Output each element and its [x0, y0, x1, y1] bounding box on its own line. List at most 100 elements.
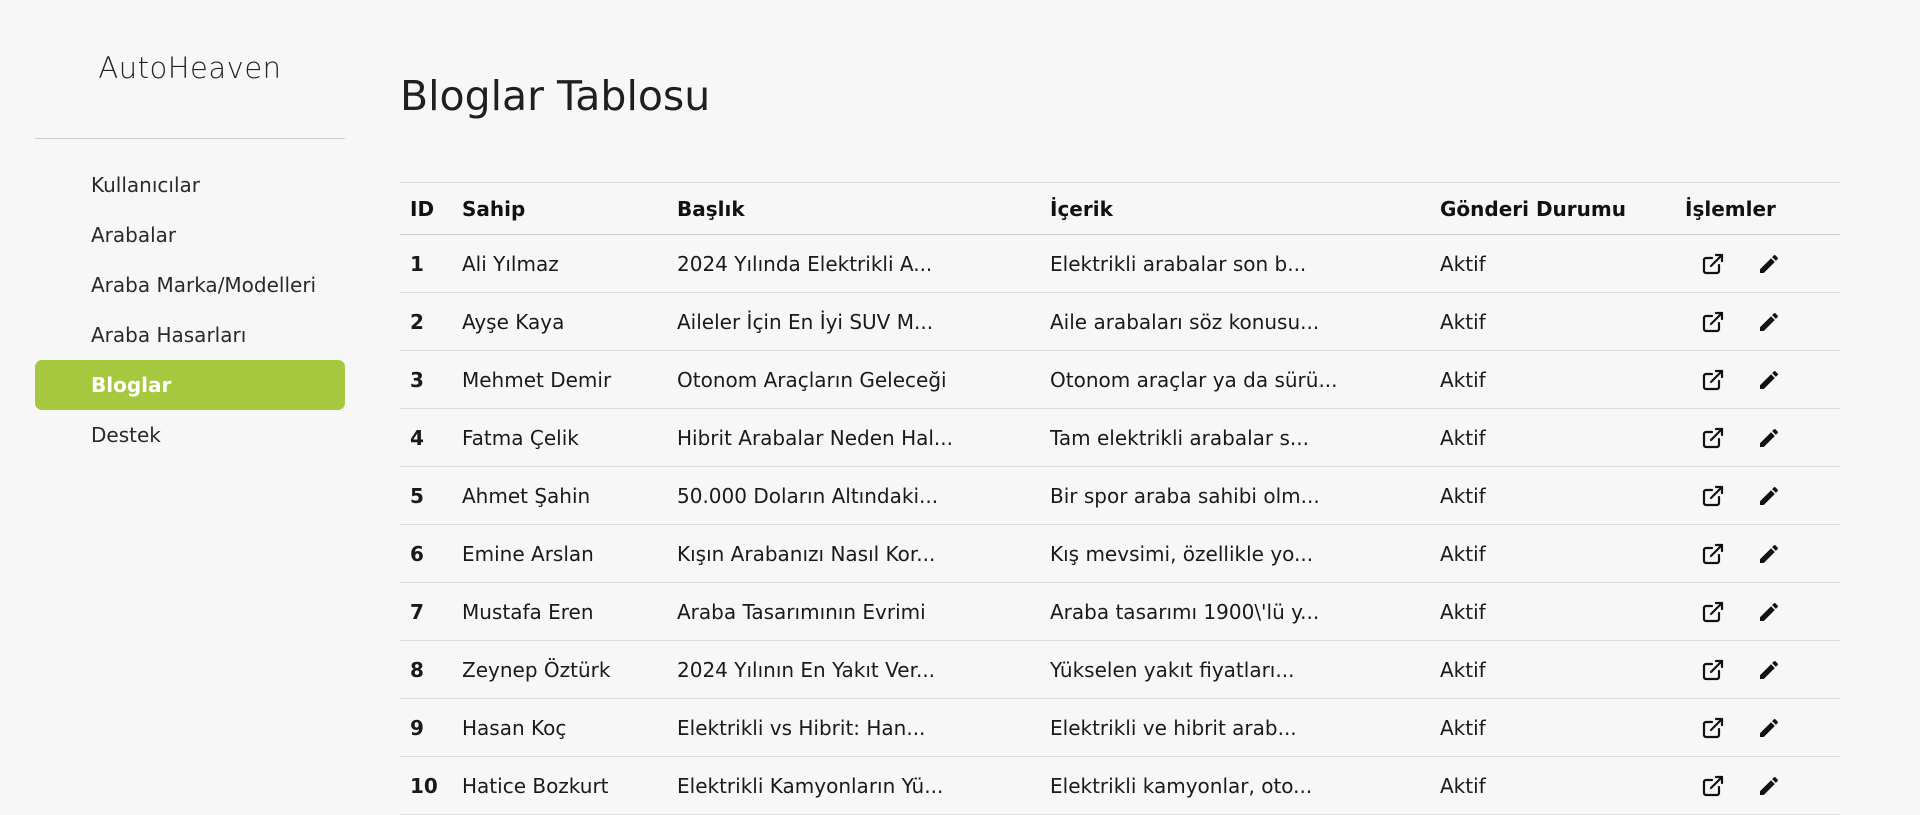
pencil-icon[interactable]: [1756, 773, 1782, 799]
row-actions: [1685, 599, 1840, 625]
table-row: 4 Fatma Çelik Hibrit Arabalar Neden Hal...…: [400, 409, 1840, 467]
cell-id: 5: [410, 483, 424, 508]
external-link-icon[interactable]: [1700, 367, 1726, 393]
blogs-table: ID Sahip Başlık İçerik Gönderi Durumu İş…: [400, 182, 1840, 815]
table-body: 1 Ali Yılmaz 2024 Yılında Elektrikli A... E…: [400, 235, 1840, 815]
sidebar-item-araba-marka-modelleri[interactable]: Araba Marka/Modelleri: [35, 260, 345, 310]
external-link-icon[interactable]: [1700, 251, 1726, 277]
cell-status: Aktif: [1440, 715, 1486, 740]
cell-title: 50.000 Doların Altındaki...: [677, 483, 939, 508]
column-header-content[interactable]: İçerik: [1040, 183, 1430, 235]
cell-actions: [1675, 293, 1840, 351]
external-link-icon[interactable]: [1700, 599, 1726, 625]
cell-actions: [1675, 351, 1840, 409]
row-actions: [1685, 251, 1840, 277]
table-row: 6 Emine Arslan Kışın Arabanızı Nasıl Kor..…: [400, 525, 1840, 583]
external-link-icon[interactable]: [1700, 425, 1726, 451]
cell-content: Elektrikli kamyonlar, oto...: [1050, 773, 1313, 798]
external-link-icon[interactable]: [1700, 657, 1726, 683]
table-row: 7 Mustafa Eren Araba Tasarımının Evrimi Ara…: [400, 583, 1840, 641]
cell-id: 2: [410, 309, 424, 334]
sidebar-item-bloglar[interactable]: Bloglar: [35, 360, 345, 410]
sidebar-item-destek[interactable]: Destek: [35, 410, 345, 460]
cell-title: Elektrikli Kamyonların Yü...: [677, 773, 944, 798]
row-actions: [1685, 367, 1840, 393]
pencil-icon[interactable]: [1756, 483, 1782, 509]
external-link-icon[interactable]: [1700, 541, 1726, 567]
table-header-row: ID Sahip Başlık İçerik Gönderi Durumu İş…: [400, 182, 1840, 235]
sidebar-item-araba-hasarlari[interactable]: Araba Hasarları: [35, 310, 345, 360]
row-actions: [1685, 715, 1840, 741]
sidebar-item-kullanicilar[interactable]: Kullanıcılar: [35, 160, 345, 210]
row-actions: [1685, 541, 1840, 567]
pencil-icon[interactable]: [1756, 251, 1782, 277]
cell-id: 9: [410, 715, 424, 740]
column-header-title[interactable]: Başlık: [667, 183, 1040, 235]
external-link-icon[interactable]: [1700, 715, 1726, 741]
table-row: 10 Hatice Bozkurt Elektrikli Kamyonların Y…: [400, 757, 1840, 815]
cell-actions: [1675, 235, 1840, 293]
cell-title: Kışın Arabanızı Nasıl Kor...: [677, 541, 936, 566]
sidebar-item-label: Bloglar: [91, 373, 172, 397]
brand-name[interactable]: AutoHeaven: [98, 51, 281, 85]
cell-id: 1: [410, 251, 424, 276]
sidebar-nav: Kullanıcılar Arabalar Araba Marka/Modeller…: [35, 160, 345, 460]
external-link-icon[interactable]: [1700, 309, 1726, 335]
sidebar-item-label: Destek: [91, 423, 161, 447]
cell-id: 8: [410, 657, 424, 682]
pencil-icon[interactable]: [1756, 309, 1782, 335]
pencil-icon[interactable]: [1756, 541, 1782, 567]
external-link-icon[interactable]: [1700, 773, 1726, 799]
pencil-icon[interactable]: [1756, 599, 1782, 625]
cell-content: Bir spor araba sahibi olm...: [1050, 483, 1320, 508]
table-row: 5 Ahmet Şahin 50.000 Doların Altındaki... B…: [400, 467, 1840, 525]
table-row: 1 Ali Yılmaz 2024 Yılında Elektrikli A... E…: [400, 235, 1840, 293]
cell-status: Aktif: [1440, 483, 1486, 508]
pencil-icon[interactable]: [1756, 657, 1782, 683]
cell-id: 10: [410, 773, 438, 798]
column-header-owner[interactable]: Sahip: [452, 183, 667, 235]
cell-id: 6: [410, 541, 424, 566]
cell-content: Tam elektrikli arabalar s...: [1050, 425, 1309, 450]
brand: AutoHeaven: [35, 0, 345, 139]
cell-title: Hibrit Arabalar Neden Hal...: [677, 425, 953, 450]
external-link-icon[interactable]: [1700, 483, 1726, 509]
cell-status: Aktif: [1440, 309, 1486, 334]
cell-actions: [1675, 757, 1840, 815]
column-header-id[interactable]: ID: [400, 183, 452, 235]
pencil-icon[interactable]: [1756, 715, 1782, 741]
cell-id: 7: [410, 599, 424, 624]
cell-status: Aktif: [1440, 541, 1486, 566]
column-header-status[interactable]: Gönderi Durumu: [1430, 183, 1675, 235]
sidebar-item-arabalar[interactable]: Arabalar: [35, 210, 345, 260]
table-row: 8 Zeynep Öztürk 2024 Yılının En Yakıt Ver.…: [400, 641, 1840, 699]
cell-content: Elektrikli arabalar son b...: [1050, 251, 1307, 276]
cell-title: Araba Tasarımının Evrimi: [677, 599, 926, 624]
cell-actions: [1675, 641, 1840, 699]
cell-content: Kış mevsimi, özellikle yo...: [1050, 541, 1314, 566]
cell-status: Aktif: [1440, 599, 1486, 624]
row-actions: [1685, 773, 1840, 799]
cell-owner: Ayşe Kaya: [462, 309, 565, 334]
table-row: 9 Hasan Koç Elektrikli vs Hibrit: Han... El…: [400, 699, 1840, 757]
sidebar: AutoHeaven Kullanıcılar Arabalar Araba Mar…: [35, 0, 345, 460]
cell-actions: [1675, 409, 1840, 467]
row-actions: [1685, 309, 1840, 335]
cell-actions: [1675, 467, 1840, 525]
cell-owner: Mehmet Demir: [462, 367, 612, 392]
column-header-actions: İşlemler: [1685, 196, 1776, 221]
pencil-icon[interactable]: [1756, 367, 1782, 393]
cell-owner: Hatice Bozkurt: [462, 773, 609, 798]
cell-content: Otonom araçlar ya da sürü...: [1050, 367, 1338, 392]
cell-content: Aile arabaları söz konusu...: [1050, 309, 1320, 334]
cell-status: Aktif: [1440, 425, 1486, 450]
cell-status: Aktif: [1440, 657, 1486, 682]
cell-title: 2024 Yılının En Yakıt Ver...: [677, 657, 936, 682]
pencil-icon[interactable]: [1756, 425, 1782, 451]
table-row: 3 Mehmet Demir Otonom Araçların Geleceği Ot…: [400, 351, 1840, 409]
table-row: 2 Ayşe Kaya Aileler İçin En İyi SUV M... Ai…: [400, 293, 1840, 351]
cell-id: 3: [410, 367, 424, 392]
cell-title: Elektrikli vs Hibrit: Han...: [677, 715, 926, 740]
cell-status: Aktif: [1440, 367, 1486, 392]
cell-content: Elektrikli ve hibrit arab...: [1050, 715, 1297, 740]
